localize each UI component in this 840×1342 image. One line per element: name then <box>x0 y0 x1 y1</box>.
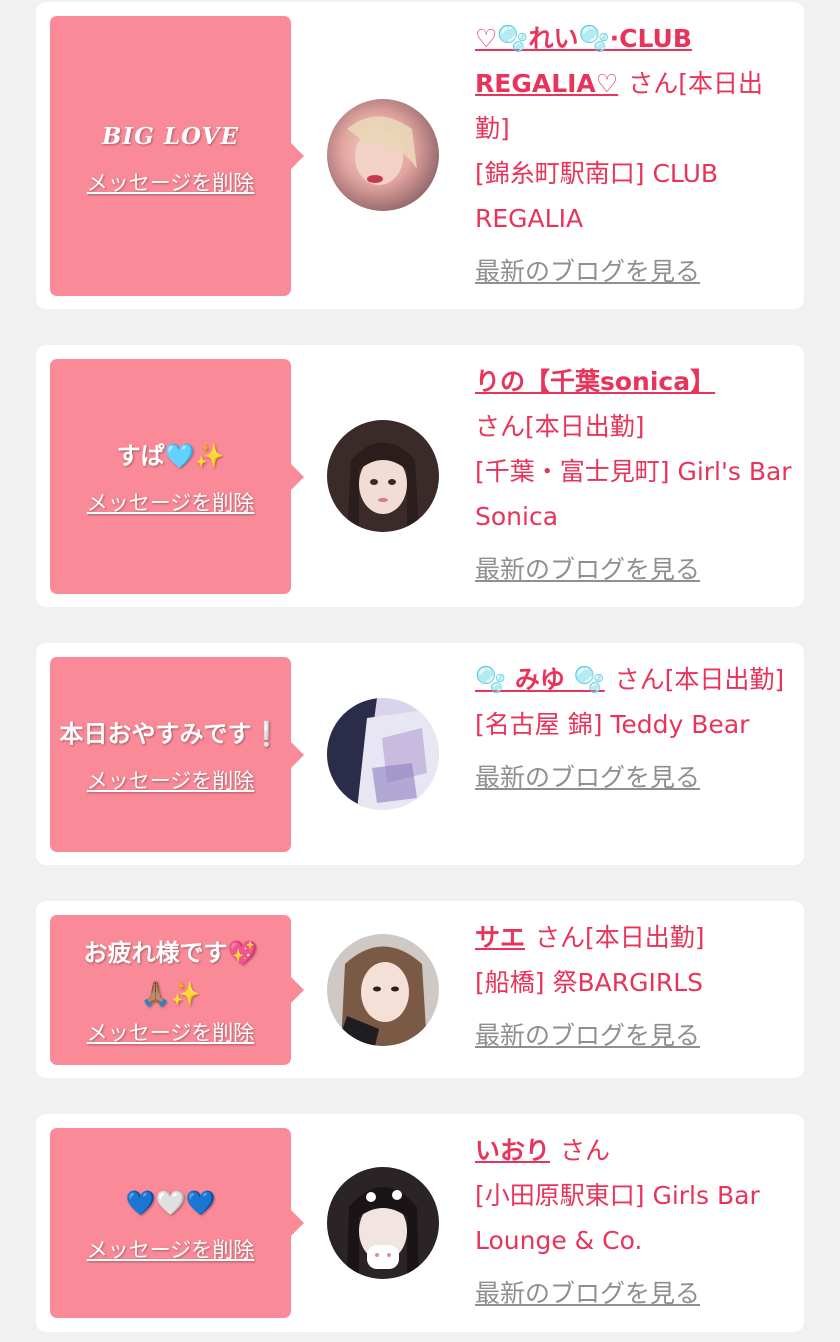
cast-info: サエ さん[本日出勤] [船橋] 祭BARGIRLS 最新のブログを見る <box>475 915 795 1058</box>
latest-blog-link[interactable]: 最新のブログを見る <box>475 547 700 592</box>
cast-card: 💙🤍💙 メッセージを削除 いおり さん [小田原駅東口] Girls Bar Lo… <box>36 1114 804 1332</box>
cast-status: さん <box>560 1136 611 1165</box>
delete-message-link[interactable]: メッセージを削除 <box>87 487 255 517</box>
message-text: 本日おやすみです❕ <box>59 720 282 748</box>
shop-name: [名古屋 錦] Teddy Bear <box>475 710 750 739</box>
shop-name: [船橋] 祭BARGIRLS <box>475 968 703 997</box>
shop-name: [小田原駅東口] Girls Bar Lounge & Co. <box>475 1181 760 1255</box>
avatar[interactable] <box>327 99 439 211</box>
avatar[interactable] <box>327 420 439 532</box>
message-bubble: BIG LOVE メッセージを削除 <box>50 16 304 296</box>
cast-name-link[interactable]: サエ <box>475 923 525 952</box>
delete-message-link[interactable]: メッセージを削除 <box>87 1017 255 1047</box>
avatar[interactable] <box>327 934 439 1046</box>
shop-name: [千葉・富士見町] Girl's Bar Sonica <box>475 457 792 531</box>
message-bubble: すぱ🩵✨ メッセージを削除 <box>50 359 304 594</box>
message-text: すぱ🩵✨ <box>116 442 225 470</box>
cast-status: さん[本日出勤] <box>475 412 645 441</box>
delete-message-link[interactable]: メッセージを削除 <box>87 167 255 197</box>
cast-name-link[interactable]: いおり <box>475 1136 550 1165</box>
cast-info: 🫧 みゆ 🫧 さん[本日出勤] [名古屋 錦] Teddy Bear 最新のブログ… <box>475 657 795 800</box>
cast-status: さん[本日出勤] <box>535 923 705 952</box>
delete-message-link[interactable]: メッセージを削除 <box>87 1234 255 1264</box>
latest-blog-link[interactable]: 最新のブログを見る <box>475 249 700 294</box>
avatar[interactable] <box>327 1167 439 1279</box>
cast-name-link[interactable]: りの【千葉sonica】 <box>475 367 715 396</box>
avatar[interactable] <box>327 698 439 810</box>
cast-info: ♡🫧れい🫧·CLUB REGALIA♡ さん[本日出勤] [錦糸町駅南口] CLU… <box>475 16 795 294</box>
cast-card: BIG LOVE メッセージを削除 ♡🫧れい🫧·CLUB REGALIA♡ さん… <box>36 2 804 309</box>
cast-info: いおり さん [小田原駅東口] Girls Bar Lounge & Co. 最新… <box>475 1128 795 1316</box>
favorite-cast-list: BIG LOVE メッセージを削除 ♡🫧れい🫧·CLUB REGALIA♡ さん… <box>0 0 840 1342</box>
cast-info: りの【千葉sonica】 さん[本日出勤] [千葉・富士見町] Girl's B… <box>475 359 795 592</box>
latest-blog-link[interactable]: 最新のブログを見る <box>475 755 700 800</box>
latest-blog-link[interactable]: 最新のブログを見る <box>475 1013 700 1058</box>
shop-name: [錦糸町駅南口] CLUB REGALIA <box>475 159 719 233</box>
delete-message-link[interactable]: メッセージを削除 <box>87 765 255 795</box>
message-bubble: 💙🤍💙 メッセージを削除 <box>50 1128 304 1318</box>
cast-card: お疲れ様です💖🙏🏽✨ メッセージを削除 サエ さん[本日出勤] [船橋] 祭BAR… <box>36 901 804 1078</box>
message-bubble: お疲れ様です💖🙏🏽✨ メッセージを削除 <box>50 915 304 1065</box>
message-text: BIG LOVE <box>101 122 240 150</box>
cast-name-link[interactable]: 🫧 みゆ 🫧 <box>475 665 605 694</box>
cast-status: さん[本日出勤] <box>614 665 785 694</box>
message-text: お疲れ様です💖🙏🏽✨ <box>83 939 258 1008</box>
latest-blog-link[interactable]: 最新のブログを見る <box>475 1271 700 1316</box>
cast-card: すぱ🩵✨ メッセージを削除 りの【千葉sonica】 さん[本日出勤] [千葉・… <box>36 345 804 607</box>
message-text: 💙🤍💙 <box>125 1188 216 1217</box>
message-bubble: 本日おやすみです❕ メッセージを削除 <box>50 657 304 852</box>
cast-card: 本日おやすみです❕ メッセージを削除 🫧 みゆ 🫧 さん[本日出勤] [名古屋 錦… <box>36 643 804 865</box>
